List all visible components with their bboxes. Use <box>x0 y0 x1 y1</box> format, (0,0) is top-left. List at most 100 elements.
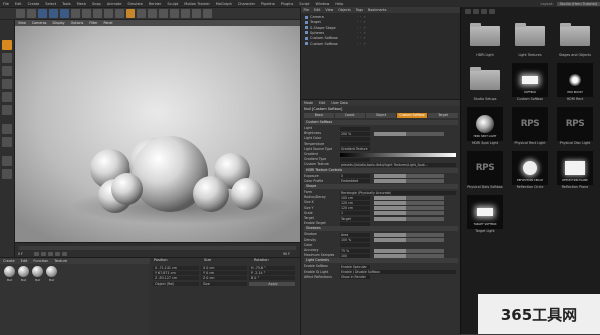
camera-icon[interactable] <box>192 9 201 18</box>
render-icon[interactable] <box>115 9 124 18</box>
attribute-field[interactable]: Embedded <box>340 179 370 184</box>
size-y-field[interactable]: Y 0 cm <box>201 271 247 275</box>
attribute-field[interactable] <box>340 157 370 162</box>
viewport-menu-item[interactable]: Filter <box>86 21 100 25</box>
material-ball[interactable] <box>18 266 29 277</box>
material-ball[interactable] <box>4 266 15 277</box>
preset-tile[interactable]: RPS Physical Dots Softbox <box>465 149 505 193</box>
attribute-field[interactable]: presets://studio-tools.lib4d/Light Textu… <box>340 162 456 167</box>
attribute-field[interactable]: 200 % <box>340 131 370 136</box>
preset-tile[interactable]: HDR BOOST HDRI Rect <box>555 61 595 105</box>
attribute-field[interactable]: Area <box>340 232 370 237</box>
attribute-field[interactable]: 1 <box>340 211 370 216</box>
visibility-dots-icon[interactable]: ⠂⠂ ✓ <box>357 42 366 47</box>
attribute-field[interactable]: Show in Render <box>340 275 370 280</box>
end-frame[interactable]: 90 F <box>283 252 297 256</box>
rot-p-field[interactable]: P -2.14 ° <box>249 271 295 275</box>
model-mode-icon[interactable] <box>2 40 12 50</box>
workplane-icon[interactable] <box>2 66 12 76</box>
z-axis-icon[interactable] <box>93 9 102 18</box>
x-axis-icon[interactable] <box>71 9 80 18</box>
attribute-field[interactable]: 100 cm <box>340 195 370 200</box>
object-row[interactable]: Custom Softbox ⠂⠂ ✓ <box>305 42 455 47</box>
menu-item[interactable]: Pipeline <box>258 2 278 6</box>
attribute-slider[interactable] <box>374 238 444 243</box>
points-mode-icon[interactable] <box>2 79 12 89</box>
attribute-slider[interactable] <box>374 206 444 211</box>
attribute-menu-item[interactable]: Edit <box>316 101 328 105</box>
preset-tile[interactable]: RPS Physical Rect Light <box>510 105 550 149</box>
light-icon[interactable] <box>203 9 212 18</box>
attribute-section[interactable]: Shadows <box>304 226 458 232</box>
gradient-bar[interactable] <box>340 152 456 157</box>
pos-x-field[interactable]: X -71.141 cm <box>153 266 199 270</box>
floor-icon[interactable] <box>181 9 190 18</box>
menu-item[interactable]: File <box>0 2 12 6</box>
preset-tile[interactable]: Studio Setups <box>465 61 505 105</box>
viewport[interactable]: View Cameras Display Options Filter Panel <box>15 20 300 242</box>
object-menu-item[interactable]: Bookmarks <box>366 8 389 12</box>
viewport-menu-item[interactable]: Options <box>68 21 87 25</box>
visibility-dots-icon[interactable]: ⠂⠂ ✓ <box>357 26 366 31</box>
back-icon[interactable] <box>465 8 471 14</box>
y-axis-icon[interactable] <box>82 9 91 18</box>
attribute-field[interactable]: Rectangle (Physically Accurate) <box>340 190 456 195</box>
visibility-dots-icon[interactable]: ⠂⠂ ✓ <box>357 31 366 36</box>
preset-tile[interactable]: RPS Physical Disc Light <box>555 105 595 149</box>
menu-item[interactable]: Sculpt <box>164 2 181 6</box>
attribute-section[interactable]: Custom Softbox <box>304 120 458 125</box>
menu-item[interactable]: Animate <box>104 2 125 6</box>
object-menu-item[interactable]: Tags <box>353 8 365 12</box>
attribute-tab[interactable]: Basic <box>304 113 334 118</box>
tweak-mode-icon[interactable] <box>2 156 12 166</box>
next-frame-icon[interactable] <box>55 251 60 256</box>
attribute-slider[interactable] <box>374 216 444 221</box>
edges-mode-icon[interactable] <box>2 92 12 102</box>
menu-item[interactable]: Simulate <box>124 2 145 6</box>
rotate-icon[interactable] <box>60 9 69 18</box>
redo-icon[interactable] <box>27 9 36 18</box>
deformer-icon[interactable] <box>170 9 179 18</box>
attribute-field[interactable] <box>340 142 370 147</box>
material-menu-item[interactable]: Function <box>30 259 51 263</box>
render-view-icon[interactable] <box>104 9 113 18</box>
preset-tile[interactable]: TARGET SOFTBOX Target Light <box>465 193 505 237</box>
attribute-tab[interactable]: Custom Softbox <box>397 113 427 118</box>
object-row[interactable]: S-Shape Stage ⠂⠂ ✓ <box>305 26 455 31</box>
forward-icon[interactable] <box>473 8 479 14</box>
attribute-field[interactable] <box>340 243 370 248</box>
attribute-slider[interactable] <box>374 232 444 237</box>
menu-item[interactable]: Character <box>235 2 258 6</box>
menu-item[interactable]: Snap <box>89 2 104 6</box>
solo-icon[interactable] <box>2 169 12 179</box>
attribute-field[interactable]: 100 <box>340 253 370 258</box>
search-icon[interactable] <box>489 8 495 14</box>
object-menu-item[interactable]: Edit <box>312 8 323 12</box>
attribute-field[interactable]: Enable Specular <box>340 264 370 269</box>
polygons-mode-icon[interactable] <box>2 105 12 115</box>
menu-item[interactable]: Motion Tracker <box>181 2 213 6</box>
attribute-field[interactable]: 100 % <box>340 238 370 243</box>
layout-select[interactable]: Studio (Heru Tutorial) <box>556 1 600 6</box>
material-menu-item[interactable]: Texture <box>51 259 70 263</box>
material-menu-item[interactable]: Edit <box>18 259 31 263</box>
menu-item[interactable]: Render <box>146 2 164 6</box>
menu-item[interactable]: Window <box>313 2 333 6</box>
texture-mode-icon[interactable] <box>2 53 12 63</box>
object-row[interactable]: Custom Softbox ⠂⠂ ✓ <box>305 36 455 41</box>
play-icon[interactable] <box>48 251 53 256</box>
array-icon[interactable] <box>159 9 168 18</box>
go-start-icon[interactable] <box>34 251 39 256</box>
attribute-slider[interactable] <box>374 179 444 184</box>
size-x-field[interactable]: X 0 cm <box>201 266 247 270</box>
attribute-field[interactable] <box>340 221 370 226</box>
preset-tile[interactable]: REFLECTION PLANE Reflection Plane <box>555 149 595 193</box>
viewport-menu-item[interactable]: Display <box>49 21 67 25</box>
prev-frame-icon[interactable] <box>41 251 46 256</box>
attribute-slider[interactable] <box>374 253 444 258</box>
rot-h-field[interactable]: H -75.6 ° <box>249 266 295 270</box>
object-row[interactable]: Camera ⠂⠂ ✓ <box>305 15 455 20</box>
preset-tile[interactable]: HDRI Light <box>465 17 505 61</box>
nurbs-icon[interactable] <box>148 9 157 18</box>
viewport-menu-item[interactable]: Panel <box>101 21 116 25</box>
